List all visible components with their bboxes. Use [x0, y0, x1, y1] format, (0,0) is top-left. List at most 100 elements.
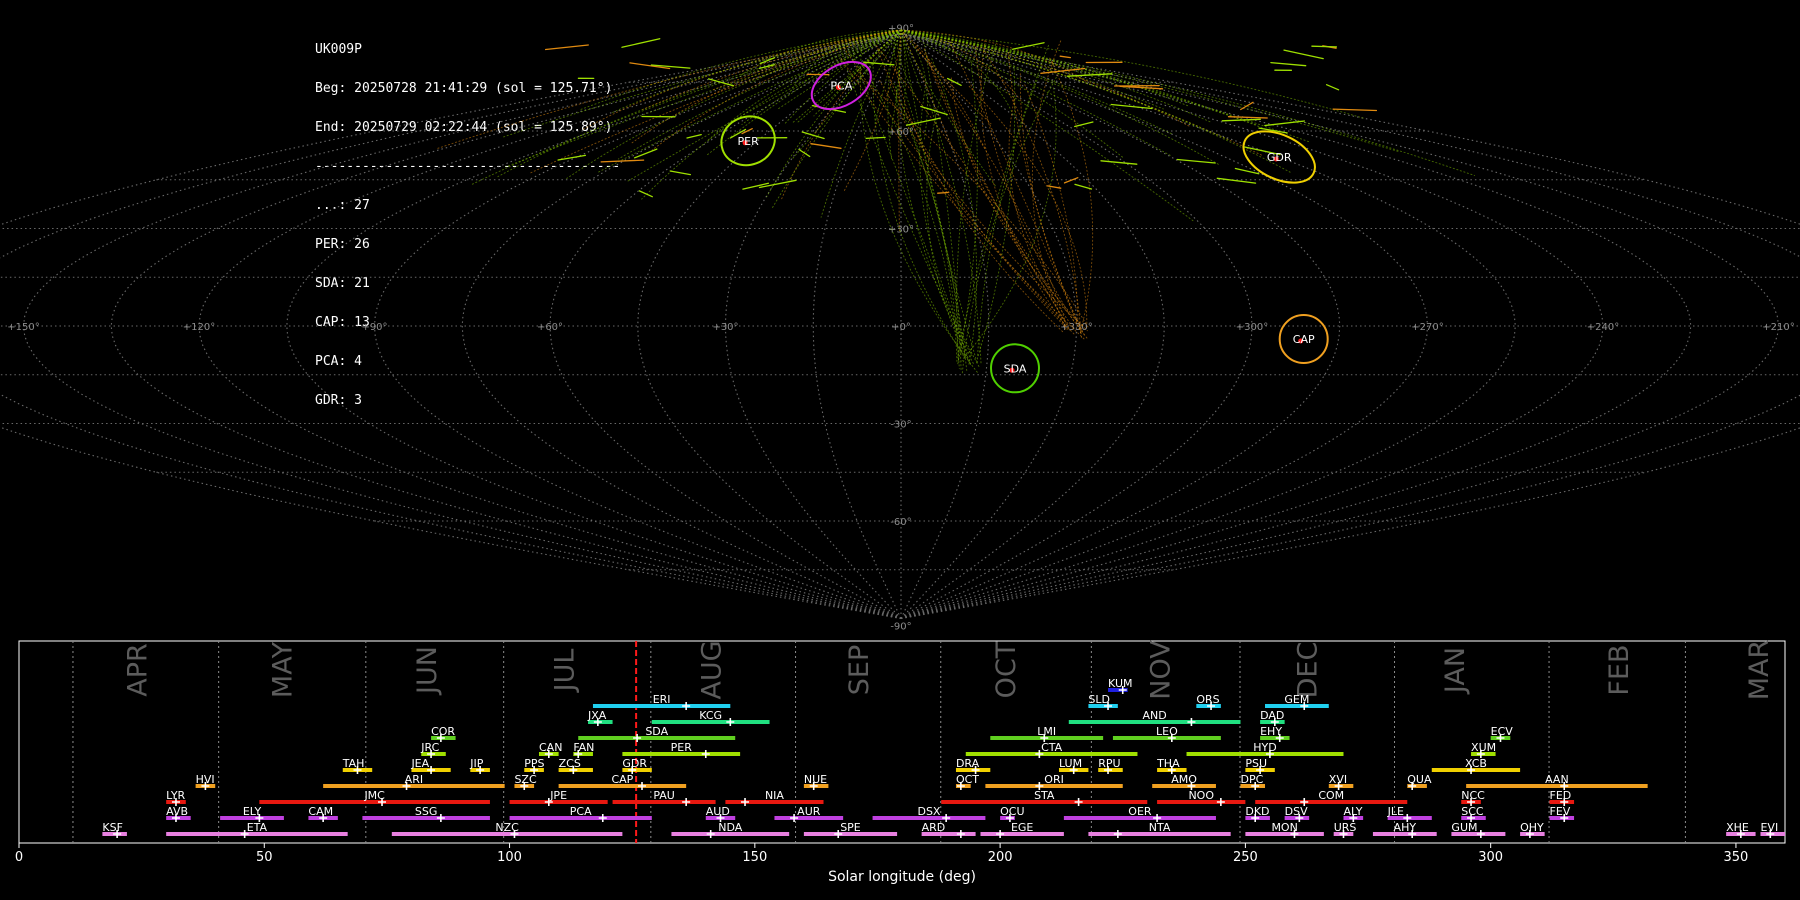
shower-peak — [682, 798, 691, 806]
meteor-trails — [435, 29, 1476, 375]
shower-label: FEV — [1550, 805, 1571, 818]
shower-evi: EVI — [1760, 821, 1785, 838]
shower-peak — [544, 750, 553, 758]
dec-tick-label: -60° — [890, 517, 911, 528]
shower-peak — [255, 814, 264, 822]
shower-label: DSV — [1285, 805, 1308, 818]
shower-label: SLD — [1088, 693, 1110, 706]
shower-peak — [353, 766, 362, 774]
shower-peak — [971, 766, 980, 774]
shower-peak — [1035, 750, 1044, 758]
shower-bar — [421, 752, 446, 756]
shower-bar — [1063, 816, 1216, 820]
shower-label: DPC — [1240, 773, 1263, 786]
shower-peak — [1467, 766, 1476, 774]
shower-label: ETA — [247, 821, 268, 834]
shower-label: ERI — [653, 693, 671, 706]
x-tick-label: 0 — [15, 850, 23, 865]
shower-gum: GUM — [1451, 821, 1506, 838]
shower-label: ZCS — [559, 757, 581, 770]
shower-peak — [706, 830, 715, 838]
meteor-trail — [1007, 52, 1082, 332]
meteor-trail — [900, 29, 1264, 157]
meteor-segment — [1311, 45, 1338, 48]
sky-map: +180°+150°+120°+90°+60°+30°+0°+330°+300°… — [0, 24, 1800, 630]
meteor-segment — [1270, 61, 1307, 67]
ra-tick-label: +120° — [183, 322, 215, 333]
x-axis-label: Solar longitude (deg) — [828, 869, 976, 885]
shower-aud: AUD — [705, 805, 736, 822]
shower-peak — [1251, 782, 1260, 790]
shower-bar — [1549, 800, 1575, 804]
shower-label: EVI — [1760, 821, 1778, 834]
shower-sld: SLD — [1088, 693, 1118, 710]
shower-label: JIP — [469, 757, 483, 770]
shower-peak — [1187, 782, 1196, 790]
shower-peak — [1005, 814, 1014, 822]
shower-bar — [1098, 768, 1123, 772]
shower-label: JRC — [420, 741, 439, 754]
shower-peak — [790, 814, 799, 822]
shower-bar — [965, 752, 1138, 756]
shower-jmc: JMC — [259, 789, 490, 806]
meridian-line — [900, 33, 990, 619]
shower-gem: GEM — [1265, 693, 1329, 710]
shower-pps: PPS — [524, 757, 545, 774]
meteor-trail — [968, 85, 1088, 326]
shower-nia: NIA — [725, 789, 824, 806]
shower-label: SSG — [415, 805, 438, 818]
dec-tick-label: +90° — [888, 24, 914, 35]
shower-nta: NTA — [1088, 821, 1231, 838]
meteor-segment — [1100, 160, 1138, 165]
month-label: JAN — [1440, 647, 1471, 695]
radiant-label: GDR — [1267, 151, 1292, 164]
meteor-segment — [600, 159, 645, 163]
ra-tick-label: +240° — [1587, 322, 1619, 333]
shower-label: STA — [1034, 789, 1055, 802]
shower-bar — [220, 816, 284, 820]
shower-label: EHY — [1260, 725, 1282, 738]
shower-bar — [1058, 768, 1089, 772]
shower-bar — [1760, 832, 1785, 836]
shower-kum: KUM — [1108, 677, 1133, 694]
shower-bar — [1343, 816, 1364, 820]
shower-label: LUM — [1059, 757, 1082, 770]
shower-bar — [1372, 832, 1437, 836]
shower-peak — [1074, 798, 1083, 806]
shower-bar — [1068, 720, 1241, 724]
shower-bar — [941, 800, 1148, 804]
meteor-segment — [1216, 177, 1257, 184]
shower-label: DRA — [956, 757, 980, 770]
month-label: JUL — [549, 649, 580, 694]
shower-label: KCG — [699, 709, 722, 722]
shower-bar — [259, 800, 490, 804]
shower-label: HYD — [1253, 741, 1276, 754]
shower-jle: JLE — [1387, 805, 1432, 822]
meteor-segment — [544, 44, 589, 51]
shower-label: ORI — [1044, 773, 1064, 786]
shower-peak — [1104, 766, 1113, 774]
shower-label: JPE — [549, 789, 567, 802]
meteor-segment — [1011, 42, 1045, 50]
shower-bar — [1471, 752, 1496, 756]
shower-label: XCB — [1465, 757, 1487, 770]
shower-rpu: RPU — [1098, 757, 1123, 774]
shower-ssg: SSG — [362, 805, 490, 822]
shower-noo: NOO — [1157, 789, 1246, 806]
ra-tick-label: +0° — [891, 322, 911, 333]
shower-peak — [1339, 830, 1348, 838]
shower-nda: NDA — [671, 821, 790, 838]
shower-bar — [166, 816, 191, 820]
shower-bar — [166, 832, 348, 836]
meteor-trail — [741, 29, 902, 125]
month-label: APR — [123, 643, 154, 697]
shower-peak — [1187, 718, 1196, 726]
shower-label: KUM — [1108, 677, 1132, 690]
shower-aan: AAN — [1466, 773, 1648, 790]
shower-peak — [1736, 830, 1745, 838]
meteor-trail — [843, 47, 1076, 336]
meteor-segment — [686, 133, 702, 139]
shower-bar — [1196, 704, 1221, 708]
shower-szc: SZC — [514, 773, 537, 790]
shower-eta: ETA — [166, 821, 348, 838]
